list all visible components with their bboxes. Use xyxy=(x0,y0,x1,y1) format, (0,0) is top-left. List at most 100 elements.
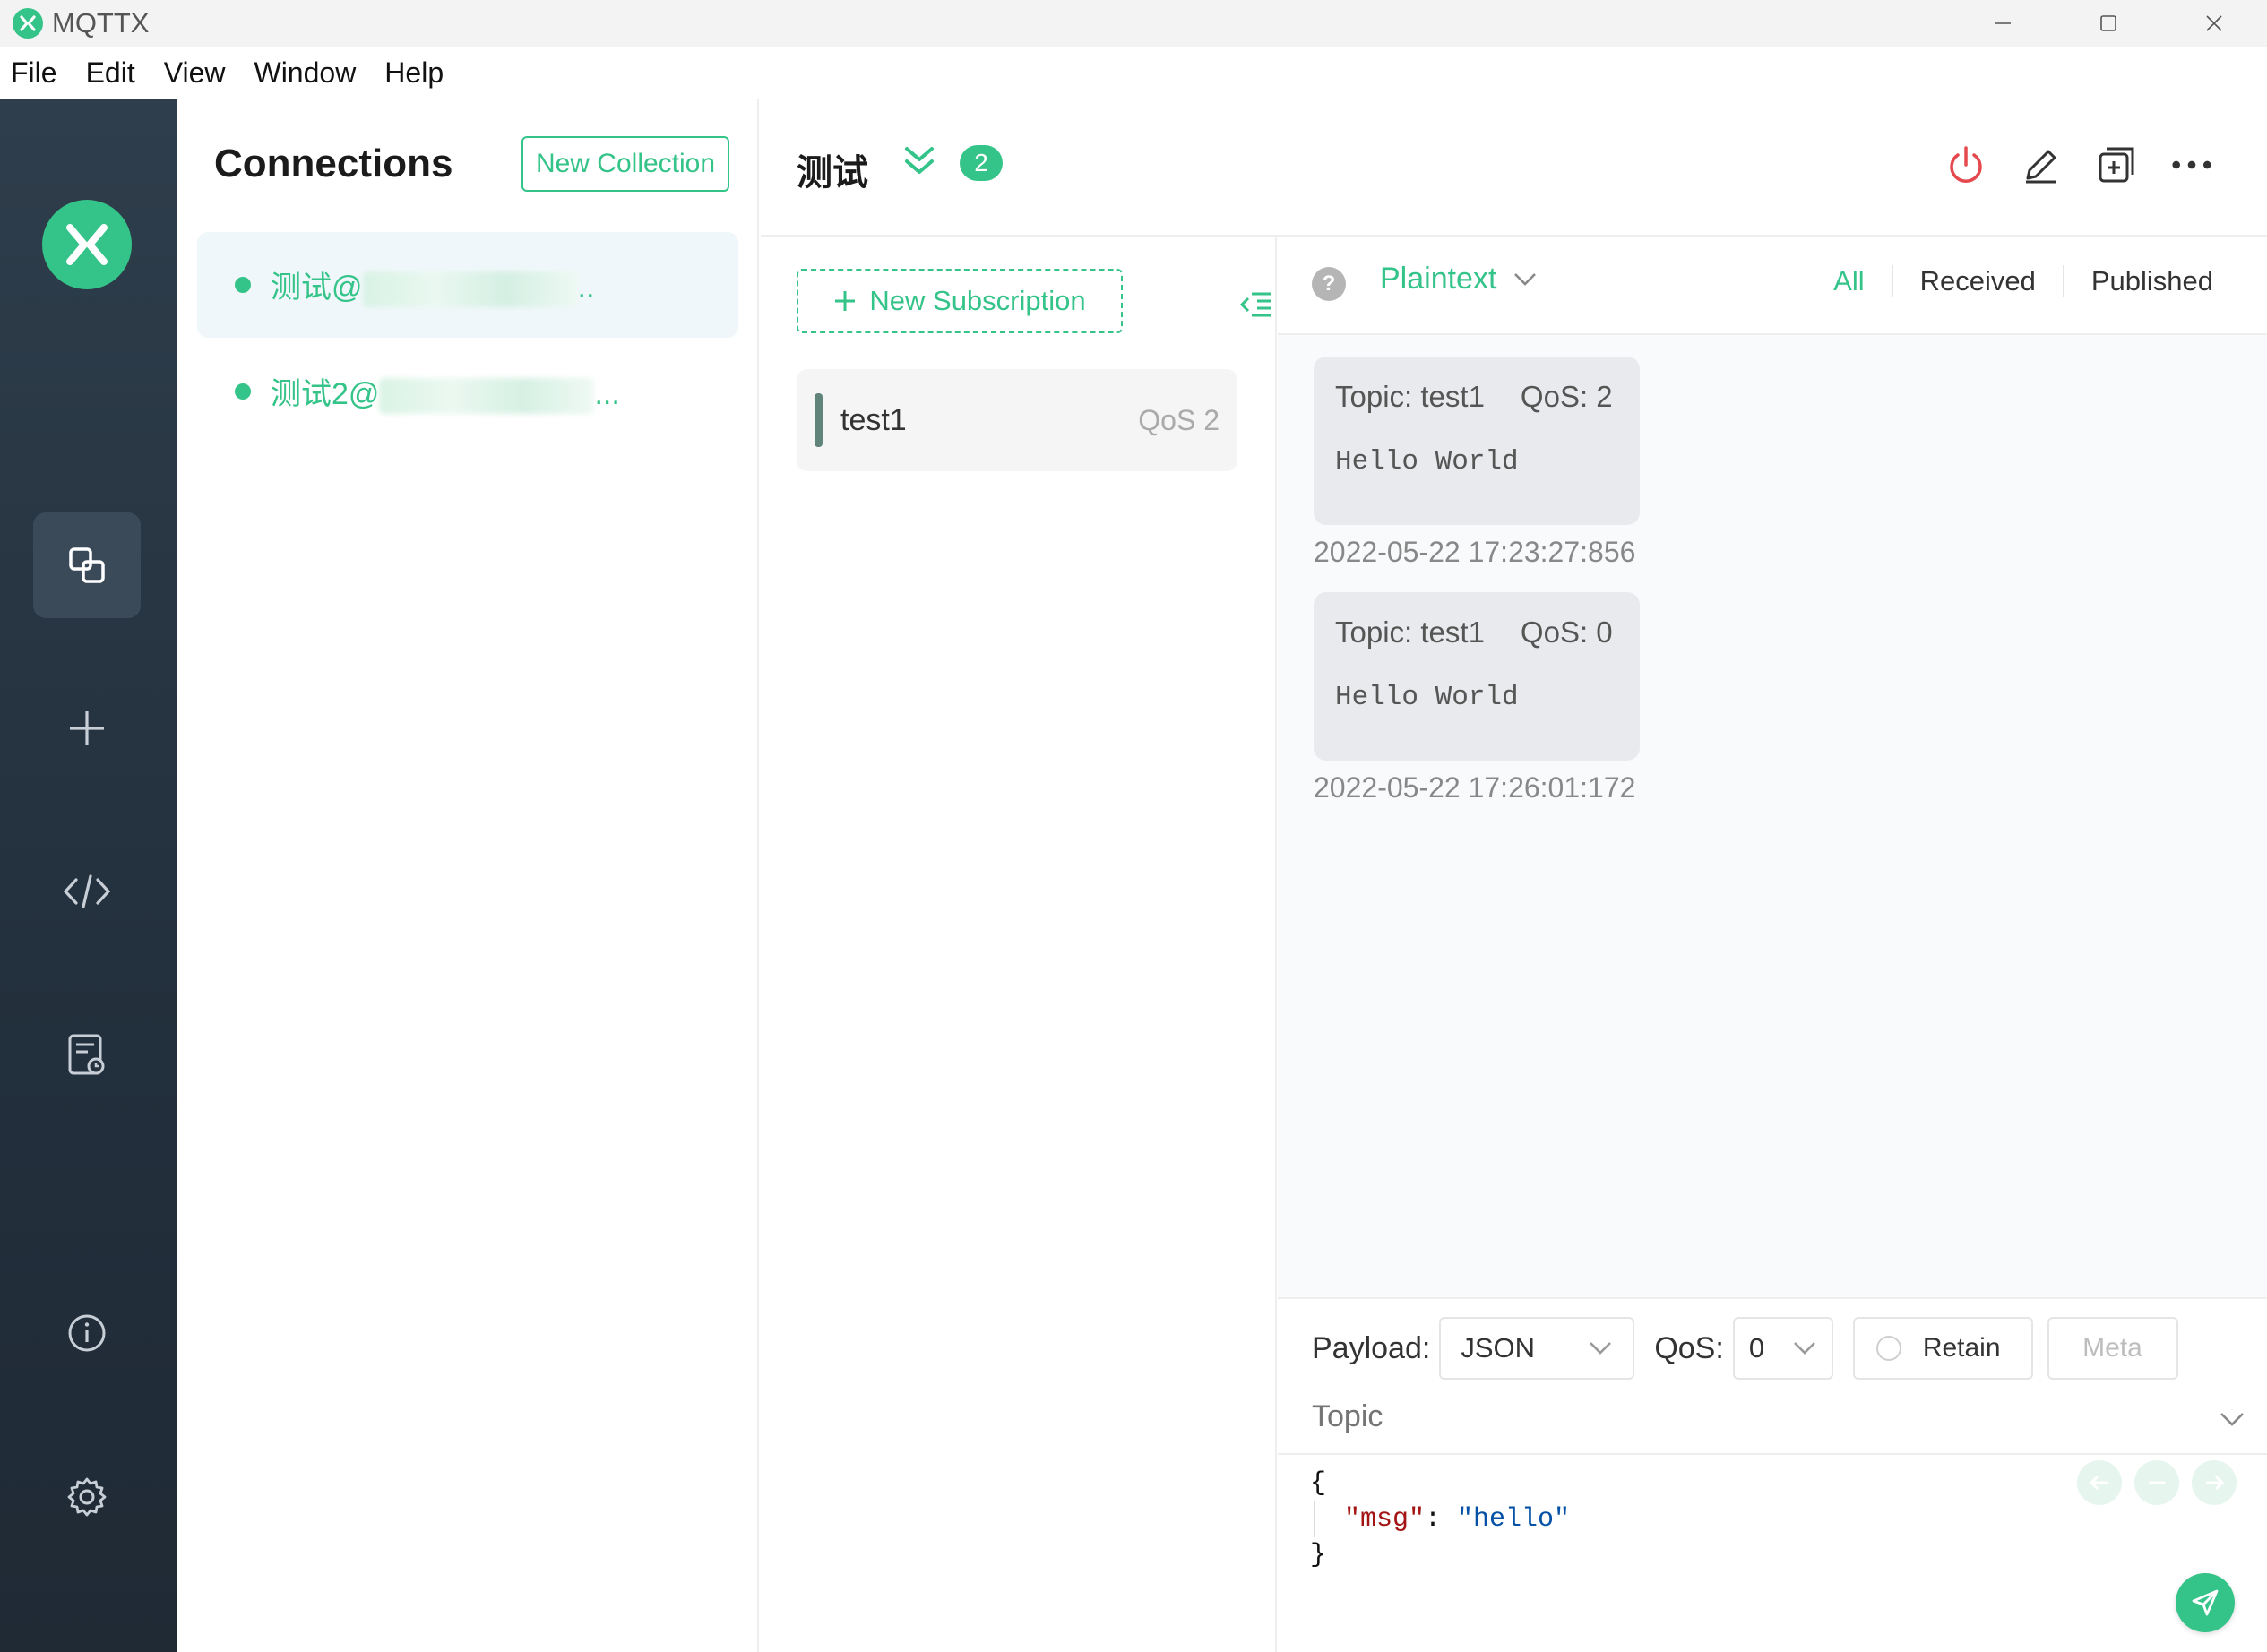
collapse-subscriptions-button[interactable] xyxy=(1239,288,1273,327)
payload-format-select[interactable]: Plaintext xyxy=(1380,262,1538,297)
message-timestamp: 2022-05-22 17:23:27:856 xyxy=(1314,536,1636,568)
chevron-down-icon xyxy=(1590,1342,1612,1355)
subscriptions-column: New Subscription test1 QoS 2 xyxy=(761,237,1277,1652)
meta-button[interactable]: Meta xyxy=(2047,1317,2178,1380)
connection-status-dot xyxy=(235,277,251,293)
topic-row xyxy=(1278,1390,2267,1455)
message-filter-tabs: All Received Published xyxy=(1806,265,2240,297)
nav-connections-button[interactable] xyxy=(33,512,141,618)
menu-bar: File Edit View Window Help xyxy=(0,47,2267,99)
help-icon[interactable]: ? xyxy=(1312,267,1346,301)
info-icon xyxy=(68,1314,106,1352)
window-controls xyxy=(1950,0,2267,47)
new-subscription-button[interactable]: New Subscription xyxy=(797,269,1123,333)
menu-view[interactable]: View xyxy=(164,56,226,90)
close-window-button[interactable] xyxy=(2161,0,2267,47)
active-connection-title: 测试 xyxy=(797,153,868,193)
new-collection-button[interactable]: New Collection xyxy=(521,136,729,192)
qos-select[interactable]: 0 xyxy=(1732,1317,1833,1380)
json-key: "msg" xyxy=(1344,1504,1426,1535)
code-icon xyxy=(63,874,111,908)
retain-toggle[interactable]: Retain xyxy=(1852,1317,2033,1380)
disconnect-button[interactable] xyxy=(1944,143,1987,186)
maximize-icon xyxy=(2100,15,2116,31)
qos-label: QoS: xyxy=(1654,1330,1724,1365)
history-clear-button[interactable] xyxy=(2134,1460,2179,1505)
filter-tab-all[interactable]: All xyxy=(1806,265,1891,297)
indent-collapse-icon xyxy=(1239,292,1271,317)
connection-name: 测试2@... xyxy=(271,369,620,414)
message-topic: Topic: test1 xyxy=(1335,380,1485,413)
menu-file[interactable]: File xyxy=(11,56,57,90)
mqttx-brand-icon xyxy=(42,200,132,289)
power-icon xyxy=(1950,146,1982,183)
nav-about-button[interactable] xyxy=(33,1280,141,1386)
message-meta: Topic: test1 QoS: 2 xyxy=(1335,380,1618,414)
subscription-item[interactable]: test1 QoS 2 xyxy=(797,369,1237,471)
nav-script-button[interactable] xyxy=(33,839,141,944)
subscription-topic: test1 xyxy=(840,402,907,437)
payload-label: Payload: xyxy=(1312,1330,1431,1365)
menu-edit[interactable]: Edit xyxy=(86,56,135,90)
filter-tab-received[interactable]: Received xyxy=(1891,265,2063,297)
message-bubble[interactable]: Topic: test1 QoS: 2 Hello World xyxy=(1314,357,1640,525)
messages-toolbar: ? Plaintext All Received Published xyxy=(1278,237,2267,335)
message-payload: Hello World xyxy=(1335,682,1519,713)
publish-area: Payload: JSON QoS: 0 Retain Meta { xyxy=(1278,1297,2267,1652)
message-qos: QoS: 2 xyxy=(1520,380,1613,413)
collapse-toggle-button[interactable] xyxy=(900,143,939,184)
double-chevron-down-icon xyxy=(905,147,934,174)
chevron-down-icon xyxy=(2220,1413,2244,1426)
arrow-left-icon xyxy=(2089,1475,2108,1491)
more-options-button[interactable] xyxy=(2170,143,2213,186)
messages-column: ? Plaintext All Received Published Topic… xyxy=(1278,237,2267,1652)
editor-line: { xyxy=(1310,1468,1327,1499)
connections-icon xyxy=(69,547,105,583)
plus-icon xyxy=(835,291,856,311)
payload-editor[interactable]: { "msg": "hello" } xyxy=(1310,1466,1570,1573)
topic-input[interactable] xyxy=(1312,1399,2118,1434)
header-actions xyxy=(1944,143,2213,186)
payload-history-controls xyxy=(2077,1460,2237,1505)
nav-settings-button[interactable] xyxy=(33,1444,141,1550)
subscription-color-bar xyxy=(815,393,823,447)
editor-line: } xyxy=(1310,1540,1327,1570)
send-message-button[interactable] xyxy=(2176,1573,2235,1632)
json-colon: : xyxy=(1425,1504,1458,1535)
retain-radio xyxy=(1875,1336,1901,1361)
connection-status-dot xyxy=(235,383,251,400)
nav-new-connection-button[interactable] xyxy=(33,675,141,781)
send-icon xyxy=(2192,1589,2219,1616)
publish-options-row: Payload: JSON QoS: 0 Retain Meta xyxy=(1312,1317,2178,1380)
message-list: Topic: test1 QoS: 2 Hello World 2022-05-… xyxy=(1314,357,1640,828)
connection-name: 测试@.. xyxy=(271,262,594,307)
history-next-button[interactable] xyxy=(2192,1460,2237,1505)
maximize-button[interactable] xyxy=(2056,0,2161,47)
chevron-down-icon xyxy=(1793,1342,1815,1355)
menu-help[interactable]: Help xyxy=(384,56,444,90)
add-window-icon xyxy=(2099,147,2134,183)
topic-history-toggle[interactable] xyxy=(2219,1410,2245,1433)
editor-line: "msg": "hello" xyxy=(1314,1501,1570,1537)
message-count-badge: 2 xyxy=(960,145,1003,181)
message-bubble[interactable]: Topic: test1 QoS: 0 Hello World xyxy=(1314,592,1640,761)
minimize-icon xyxy=(1995,22,2011,24)
message-qos: QoS: 0 xyxy=(1520,615,1613,649)
connection-item[interactable]: 测试@.. xyxy=(197,232,738,338)
history-prev-button[interactable] xyxy=(2077,1460,2122,1505)
payload-format-value: Plaintext xyxy=(1380,262,1497,296)
filter-tab-published[interactable]: Published xyxy=(2062,265,2240,297)
menu-window[interactable]: Window xyxy=(254,56,356,90)
subscription-qos: QoS 2 xyxy=(1138,403,1220,436)
nav-log-button[interactable] xyxy=(33,1002,141,1107)
payload-type-select[interactable]: JSON xyxy=(1439,1317,1635,1380)
connections-panel: Connections New Collection 测试@.. 测试2@... xyxy=(177,99,759,1652)
connection-item[interactable]: 测试2@... xyxy=(197,339,738,444)
new-window-button[interactable] xyxy=(2095,143,2138,186)
edit-connection-button[interactable] xyxy=(2020,143,2063,186)
connection-header: 测试 2 xyxy=(761,99,2267,237)
payload-type-value: JSON xyxy=(1461,1332,1536,1364)
minimize-button[interactable] xyxy=(1950,0,2056,47)
message-timestamp: 2022-05-22 17:26:01:172 xyxy=(1314,771,1636,804)
more-dots-icon xyxy=(2172,160,2211,169)
